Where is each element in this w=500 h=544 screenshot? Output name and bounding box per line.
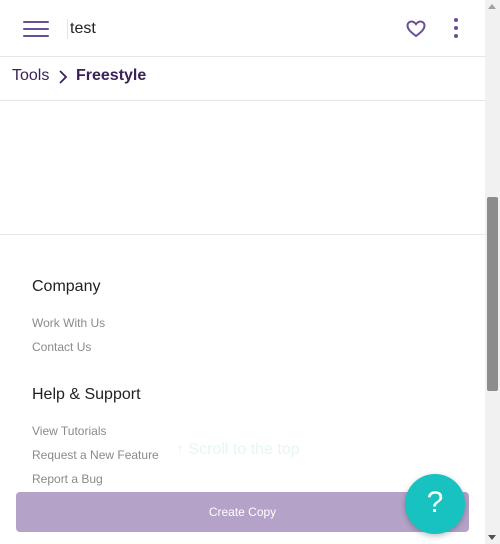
vertical-scrollbar[interactable] (485, 0, 500, 544)
breadcrumb-current: Freestyle (76, 67, 147, 84)
chevron-right-icon (58, 69, 68, 85)
breadcrumb: Tools Freestyle (0, 57, 485, 101)
scroll-down-arrow-icon[interactable] (488, 535, 496, 540)
footer-link-report-bug[interactable]: Report a Bug (32, 472, 103, 486)
scroll-up-arrow-icon[interactable] (488, 4, 496, 9)
footer-link-contact-us[interactable]: Contact Us (32, 340, 91, 354)
scrollbar-thumb[interactable] (487, 197, 498, 391)
footer-company-heading: Company (32, 278, 101, 295)
hamburger-menu-icon[interactable] (23, 20, 49, 38)
document-title[interactable]: test (67, 19, 96, 39)
create-copy-button[interactable]: Create Copy (16, 492, 469, 532)
heart-icon[interactable] (406, 20, 426, 38)
footer-link-view-tutorials[interactable]: View Tutorials (32, 424, 106, 438)
help-button[interactable]: ? (405, 474, 465, 534)
footer-divider (0, 234, 485, 235)
footer-link-request-feature[interactable]: Request a New Feature (32, 448, 159, 462)
footer-help-heading: Help & Support (32, 386, 141, 403)
footer-link-work-with-us[interactable]: Work With Us (32, 316, 105, 330)
top-bar: test (0, 0, 485, 57)
scroll-to-top-link[interactable]: ↑ Scroll to the top (176, 441, 300, 459)
kebab-menu-icon[interactable] (452, 18, 460, 38)
breadcrumb-tools-link[interactable]: Tools (12, 67, 49, 85)
